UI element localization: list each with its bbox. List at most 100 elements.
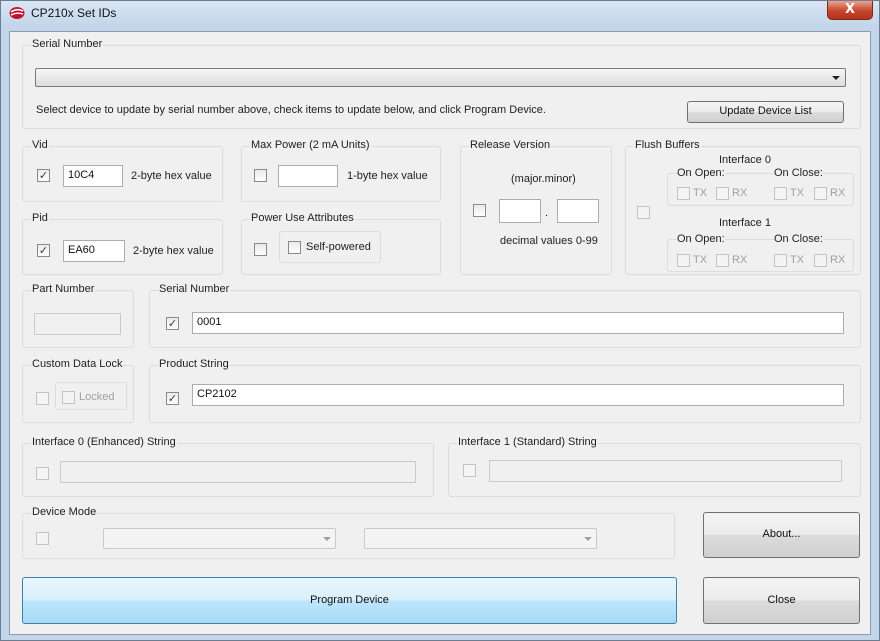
serial-number-input[interactable]: 0001 xyxy=(192,312,844,334)
interface1-on-close-label: On Close: xyxy=(774,233,823,245)
program-device-button[interactable]: Program Device xyxy=(22,577,677,624)
release-version-group: Release Version (major.minor) . decimal … xyxy=(460,139,612,275)
device-mode-checkbox[interactable] xyxy=(36,532,49,545)
interface0-close-tx-checkbox[interactable] xyxy=(774,187,787,200)
serial-number-dropdown[interactable] xyxy=(35,68,846,87)
interface1-open-tx-label: TX xyxy=(693,254,708,266)
part-number-input[interactable] xyxy=(34,313,121,335)
interface1-close-tx-checkbox[interactable] xyxy=(774,254,787,267)
interface0-close-rx-checkbox[interactable] xyxy=(814,187,827,200)
flush-buffers-label: Flush Buffers xyxy=(634,139,701,151)
vid-hint: 2-byte hex value xyxy=(131,170,212,182)
interface1-close-rx-checkbox[interactable] xyxy=(814,254,827,267)
interface0-close-tx-label: TX xyxy=(790,187,805,199)
max-power-input[interactable] xyxy=(278,165,338,187)
power-use-group: Power Use Attributes Self-powered xyxy=(241,212,441,275)
product-string-group: Product String ✓ CP2102 xyxy=(149,358,861,423)
about-button[interactable]: About... xyxy=(703,512,860,558)
serial-select-label: Serial Number xyxy=(31,38,104,50)
self-powered-label: Self-powered xyxy=(306,241,371,253)
locked-label: Locked xyxy=(79,391,115,403)
chevron-down-icon xyxy=(323,536,331,541)
interface1-open-tx-checkbox[interactable] xyxy=(677,254,690,267)
close-button[interactable]: Close xyxy=(703,577,860,624)
release-major-input[interactable] xyxy=(499,199,541,223)
max-power-group: Max Power (2 mA Units) 1-byte hex value xyxy=(241,139,441,202)
part-number-label: Part Number xyxy=(31,283,96,295)
power-use-checkbox[interactable] xyxy=(254,243,267,256)
interface0-open-rx-checkbox[interactable] xyxy=(716,187,729,200)
pid-group: Pid ✓ EA60 2-byte hex value xyxy=(22,212,223,275)
flush-buffers-group: Flush Buffers Interface 0 On Open: On Cl… xyxy=(625,139,861,275)
pid-label: Pid xyxy=(31,212,49,224)
pid-hint: 2-byte hex value xyxy=(133,245,214,257)
flush-buffers-checkbox[interactable] xyxy=(637,206,650,219)
interface1-string-input[interactable] xyxy=(489,460,842,482)
interface0-string-checkbox[interactable] xyxy=(36,467,49,480)
interface1-label: Interface 1 xyxy=(719,217,771,229)
custom-data-lock-label: Custom Data Lock xyxy=(31,358,124,370)
release-version-checkbox[interactable] xyxy=(473,204,486,217)
interface0-open-tx-label: TX xyxy=(693,187,708,199)
interface1-on-open-label: On Open: xyxy=(677,233,725,245)
interface0-close-rx-label: RX xyxy=(830,187,846,199)
window-close-button[interactable]: X xyxy=(827,1,873,20)
program-device-label: Program Device xyxy=(310,593,389,606)
pid-input[interactable]: EA60 xyxy=(63,240,125,262)
vid-group: Vid ✓ 10C4 2-byte hex value xyxy=(22,139,223,202)
update-device-list-button[interactable]: Update Device List xyxy=(687,101,844,123)
interface0-flush-box: On Open: On Close: TX RX TX RX xyxy=(667,167,854,206)
chevron-down-icon xyxy=(832,75,840,80)
self-powered-checkbox[interactable] xyxy=(288,241,301,254)
title-bar: CP210x Set IDs X xyxy=(1,1,879,25)
max-power-checkbox[interactable] xyxy=(254,169,267,182)
interface0-string-input[interactable] xyxy=(60,461,416,483)
max-power-label: Max Power (2 mA Units) xyxy=(250,139,371,151)
device-mode-dropdown-1[interactable] xyxy=(103,528,336,549)
part-number-group: Part Number xyxy=(22,283,134,348)
serial-number-checkbox[interactable]: ✓ xyxy=(166,317,179,330)
window-title: CP210x Set IDs xyxy=(31,6,117,20)
release-version-format: (major.minor) xyxy=(511,173,576,185)
interface1-flush-box: On Open: On Close: TX RX TX RX xyxy=(667,233,854,272)
interface0-open-tx-checkbox[interactable] xyxy=(677,187,690,200)
vid-input[interactable]: 10C4 xyxy=(63,165,123,187)
pid-checkbox[interactable]: ✓ xyxy=(37,244,50,257)
serial-number-label: Serial Number xyxy=(158,283,231,295)
dialog-window: CP210x Set IDs X Serial Number Select de… xyxy=(0,0,880,641)
custom-data-lock-checkbox[interactable] xyxy=(36,392,49,405)
vid-checkbox[interactable]: ✓ xyxy=(37,169,50,182)
about-button-label: About... xyxy=(762,528,801,540)
device-mode-dropdown-2[interactable] xyxy=(364,528,597,549)
interface0-string-label: Interface 0 (Enhanced) String xyxy=(31,436,177,448)
interface0-open-rx-label: RX xyxy=(732,187,748,199)
power-use-label: Power Use Attributes xyxy=(250,212,355,224)
device-mode-label: Device Mode xyxy=(31,506,98,518)
interface1-string-label: Interface 1 (Standard) String xyxy=(457,436,598,448)
serial-select-group: Serial Number Select device to update by… xyxy=(22,38,861,129)
custom-data-lock-group: Custom Data Lock Locked xyxy=(22,358,134,423)
interface0-string-group: Interface 0 (Enhanced) String xyxy=(22,436,434,497)
product-string-checkbox[interactable]: ✓ xyxy=(166,392,179,405)
interface0-on-open-label: On Open: xyxy=(677,167,725,179)
release-version-hint: decimal values 0-99 xyxy=(500,235,598,247)
interface1-string-checkbox[interactable] xyxy=(463,464,476,477)
device-mode-group: Device Mode xyxy=(22,506,675,559)
chevron-down-icon xyxy=(584,536,592,541)
product-string-label: Product String xyxy=(158,358,230,370)
release-separator: . xyxy=(545,207,549,219)
release-minor-input[interactable] xyxy=(557,199,599,223)
locked-checkbox[interactable] xyxy=(62,391,75,404)
silabs-logo-icon xyxy=(9,7,25,19)
close-button-label: Close xyxy=(767,593,796,606)
interface0-on-close-label: On Close: xyxy=(774,167,823,179)
product-string-input[interactable]: CP2102 xyxy=(192,384,844,406)
locked-box: Locked xyxy=(55,382,127,410)
dialog-client-area: Serial Number Select device to update by… xyxy=(9,31,871,635)
vid-label: Vid xyxy=(31,139,49,151)
interface1-open-rx-checkbox[interactable] xyxy=(716,254,729,267)
interface1-close-tx-label: TX xyxy=(790,254,805,266)
interface0-label: Interface 0 xyxy=(719,154,771,166)
release-version-label: Release Version xyxy=(469,139,552,151)
instructions-text: Select device to update by serial number… xyxy=(36,104,546,116)
